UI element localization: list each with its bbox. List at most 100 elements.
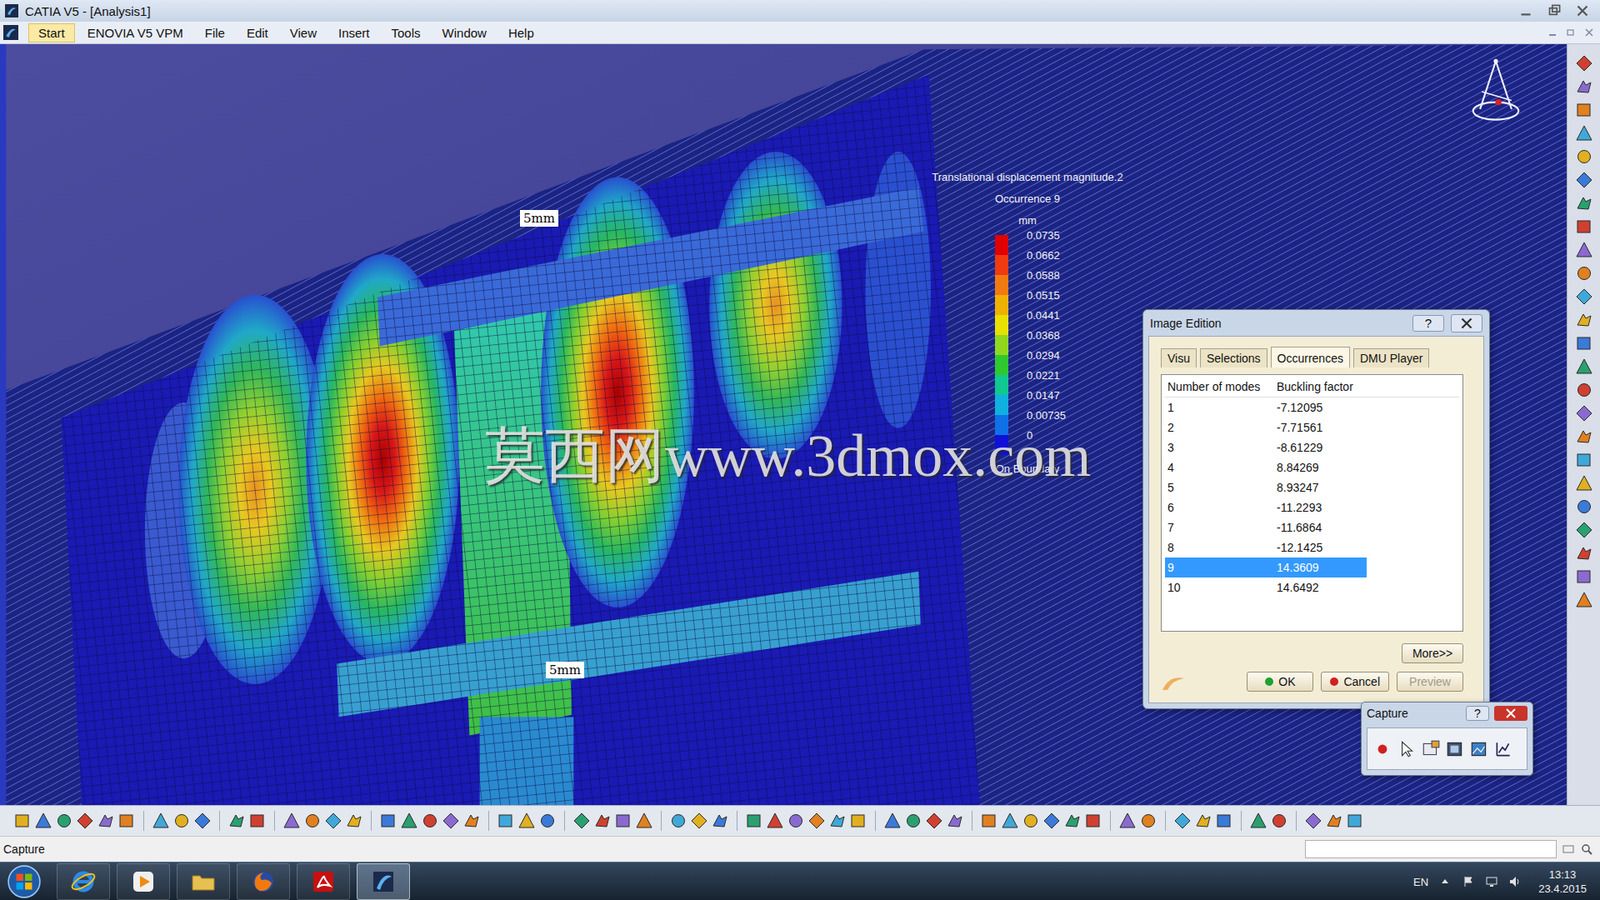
tool-icon[interactable] — [945, 811, 965, 830]
tool-icon[interactable] — [1575, 404, 1594, 423]
tool-icon[interactable] — [303, 811, 322, 830]
tool-icon[interactable] — [172, 811, 191, 830]
tool-icon[interactable] — [400, 811, 419, 830]
close-icon[interactable] — [1494, 705, 1528, 721]
dialog-title-bar[interactable]: Image Edition ? — [1143, 310, 1490, 336]
capture-title-bar[interactable]: Capture ? — [1361, 702, 1533, 725]
tool-icon[interactable] — [1063, 811, 1082, 830]
tool-icon[interactable] — [635, 811, 654, 830]
tool-icon[interactable] — [710, 811, 730, 830]
tool-icon[interactable] — [593, 811, 612, 830]
tool-icon[interactable] — [1575, 194, 1594, 213]
tool-icon[interactable] — [75, 811, 95, 830]
tool-icon[interactable] — [614, 811, 633, 830]
tool-icon[interactable] — [1575, 357, 1594, 376]
tool-icon[interactable] — [151, 811, 170, 830]
close-icon[interactable] — [1583, 26, 1595, 39]
menu-item[interactable]: ENOVIA V5 VPM — [78, 24, 193, 42]
capture-tool-icon[interactable] — [1469, 739, 1490, 760]
tool-icon[interactable] — [1575, 474, 1594, 493]
tool-icon[interactable] — [1304, 811, 1323, 830]
tool-icon[interactable] — [1270, 811, 1289, 830]
minimize-icon[interactable] — [1546, 26, 1559, 39]
tool-icon[interactable] — [1575, 544, 1594, 563]
dialog-button[interactable]: OK — [1246, 671, 1314, 692]
tool-icon[interactable] — [34, 811, 53, 830]
tool-icon[interactable] — [1021, 811, 1040, 830]
tool-icon[interactable] — [904, 811, 923, 830]
close-icon[interactable] — [1450, 314, 1483, 333]
language-indicator[interactable]: EN — [1413, 875, 1429, 889]
tool-icon[interactable] — [193, 811, 212, 830]
tool-icon[interactable] — [1575, 497, 1594, 516]
tool-icon[interactable] — [807, 811, 826, 830]
table-row[interactable]: 7 -11.6864 — [1165, 517, 1367, 538]
zoom-icon[interactable] — [1580, 842, 1594, 856]
tool-icon[interactable] — [1000, 811, 1020, 830]
menu-item[interactable]: File — [195, 24, 235, 42]
tool-icon[interactable] — [1575, 590, 1594, 610]
column-header[interactable]: Buckling factor — [1274, 380, 1367, 394]
tool-icon[interactable] — [13, 811, 32, 830]
tool-icon[interactable] — [1325, 811, 1344, 830]
tool-icon[interactable] — [517, 811, 536, 830]
restore-icon[interactable] — [1545, 3, 1564, 19]
dialog-button[interactable]: Cancel — [1320, 671, 1390, 692]
tool-icon[interactable] — [765, 811, 785, 830]
clock[interactable]: 13:13 23.4.2015 — [1531, 867, 1594, 896]
close-icon[interactable] — [1573, 3, 1592, 19]
tool-icon[interactable] — [980, 811, 999, 830]
tool-icon[interactable] — [324, 811, 343, 830]
tool-icon[interactable] — [690, 811, 709, 830]
table-row[interactable]: 9 14.3609 — [1165, 557, 1367, 578]
menu-item[interactable]: Window — [433, 24, 496, 42]
tool-icon[interactable] — [1575, 567, 1594, 586]
tool-icon[interactable] — [1194, 811, 1213, 830]
tool-icon[interactable] — [420, 811, 440, 830]
tab[interactable]: Selections — [1200, 348, 1268, 368]
tool-icon[interactable] — [538, 811, 557, 830]
tool-icon[interactable] — [1249, 811, 1268, 830]
input-toggle-icon[interactable] — [1561, 842, 1575, 856]
tool-icon[interactable] — [1575, 100, 1594, 120]
tool-icon[interactable] — [1575, 427, 1594, 446]
tool-icon[interactable] — [925, 811, 944, 830]
tab[interactable]: DMU Player — [1353, 348, 1430, 368]
tool-icon[interactable] — [379, 811, 398, 830]
taskbar-button[interactable] — [116, 863, 170, 900]
tool-icon[interactable] — [227, 811, 246, 830]
compass-icon[interactable] — [1469, 56, 1523, 127]
tool-icon[interactable] — [345, 811, 364, 830]
tool-icon[interactable] — [1084, 811, 1103, 830]
tool-icon[interactable] — [669, 811, 688, 830]
taskbar-button[interactable] — [176, 863, 230, 900]
action-center-flag-icon[interactable] — [1461, 875, 1475, 889]
tool-icon[interactable] — [786, 811, 805, 830]
tool-icon[interactable] — [1575, 450, 1594, 470]
tool-icon[interactable] — [883, 811, 902, 830]
menu-item[interactable]: Help — [499, 24, 544, 42]
table-row[interactable]: 3 -8.61229 — [1165, 437, 1367, 458]
help-button[interactable]: ? — [1465, 705, 1490, 721]
table-row[interactable]: 1 -7.12095 — [1165, 397, 1367, 418]
tool-icon[interactable] — [1139, 811, 1158, 830]
taskbar-button[interactable] — [56, 863, 110, 900]
tool-icon[interactable] — [1118, 811, 1137, 830]
tool-icon[interactable] — [1173, 811, 1192, 830]
tool-icon[interactable] — [1575, 334, 1594, 353]
capture-tool-icon[interactable] — [1372, 739, 1393, 760]
tool-icon[interactable] — [1575, 310, 1594, 330]
tab[interactable]: Occurrences — [1270, 346, 1350, 368]
menu-item[interactable]: Insert — [329, 24, 380, 42]
tool-icon[interactable] — [282, 811, 301, 830]
tool-icon[interactable] — [1575, 124, 1594, 143]
tool-icon[interactable] — [1215, 811, 1234, 830]
tool-icon[interactable] — [462, 811, 481, 830]
help-button[interactable]: ? — [1412, 315, 1445, 332]
power-input[interactable] — [1305, 840, 1557, 859]
tool-icon[interactable] — [96, 811, 115, 830]
more-button[interactable]: More>> — [1401, 643, 1464, 664]
tool-icon[interactable] — [55, 811, 74, 830]
tool-icon[interactable] — [1575, 217, 1594, 236]
menu-item[interactable]: View — [280, 24, 326, 42]
